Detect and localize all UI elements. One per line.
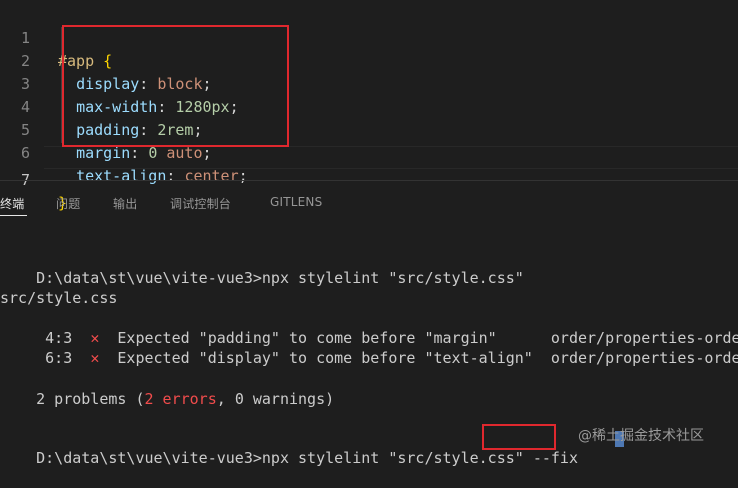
- tab-output[interactable]: 输出: [113, 195, 137, 212]
- summary-prefix: 2 problems (: [36, 390, 145, 408]
- tab-problems[interactable]: 问题: [56, 195, 80, 212]
- error-x-icon: ✕: [90, 349, 100, 367]
- summary-warnings: 0 warnings: [234, 390, 326, 408]
- problem-rule: order/properties-order: [550, 349, 738, 367]
- fix-flag: --fix: [532, 449, 578, 467]
- problem-message: Expected "display" to come before "text-…: [117, 349, 542, 367]
- summary-separator: ,: [216, 390, 235, 408]
- tab-debug-console[interactable]: 调试控制台: [170, 195, 231, 212]
- terminal-command: npx stylelint "src/style.css": [261, 449, 533, 467]
- code-line-1[interactable]: 1 #app {: [0, 4, 738, 70]
- tab-gitlens[interactable]: GITLENS: [270, 195, 322, 209]
- tab-terminal[interactable]: 终端: [0, 195, 24, 212]
- terminal-command: npx stylelint "src/style.css": [261, 269, 524, 287]
- terminal-summary: 2 problems (2 errors, 0 warnings): [0, 369, 334, 429]
- terminal-prompt: D:\data\st\vue\vite-vue3>: [36, 269, 262, 287]
- code-editor[interactable]: 1 #app { 2 display: block; 3 max-width: …: [0, 0, 738, 212]
- active-tab-indicator: [0, 215, 27, 216]
- terminal-file-name: src/style.css: [0, 289, 118, 307]
- summary-suffix: ): [325, 390, 335, 408]
- panel-tab-bar: 终端 问题 输出 调试控制台 GITLENS: [0, 181, 738, 221]
- watermark: @稀土掘金技术社区: [578, 428, 704, 444]
- terminal-prompt: D:\data\st\vue\vite-vue3>: [36, 449, 262, 467]
- problem-location: 6:3: [36, 349, 73, 367]
- summary-errors: 2 errors: [144, 390, 217, 408]
- annotation-box-css-properties: [62, 25, 289, 147]
- code-line-7[interactable]: 7 }: [0, 146, 738, 212]
- annotation-box-fix-flag: [482, 424, 556, 450]
